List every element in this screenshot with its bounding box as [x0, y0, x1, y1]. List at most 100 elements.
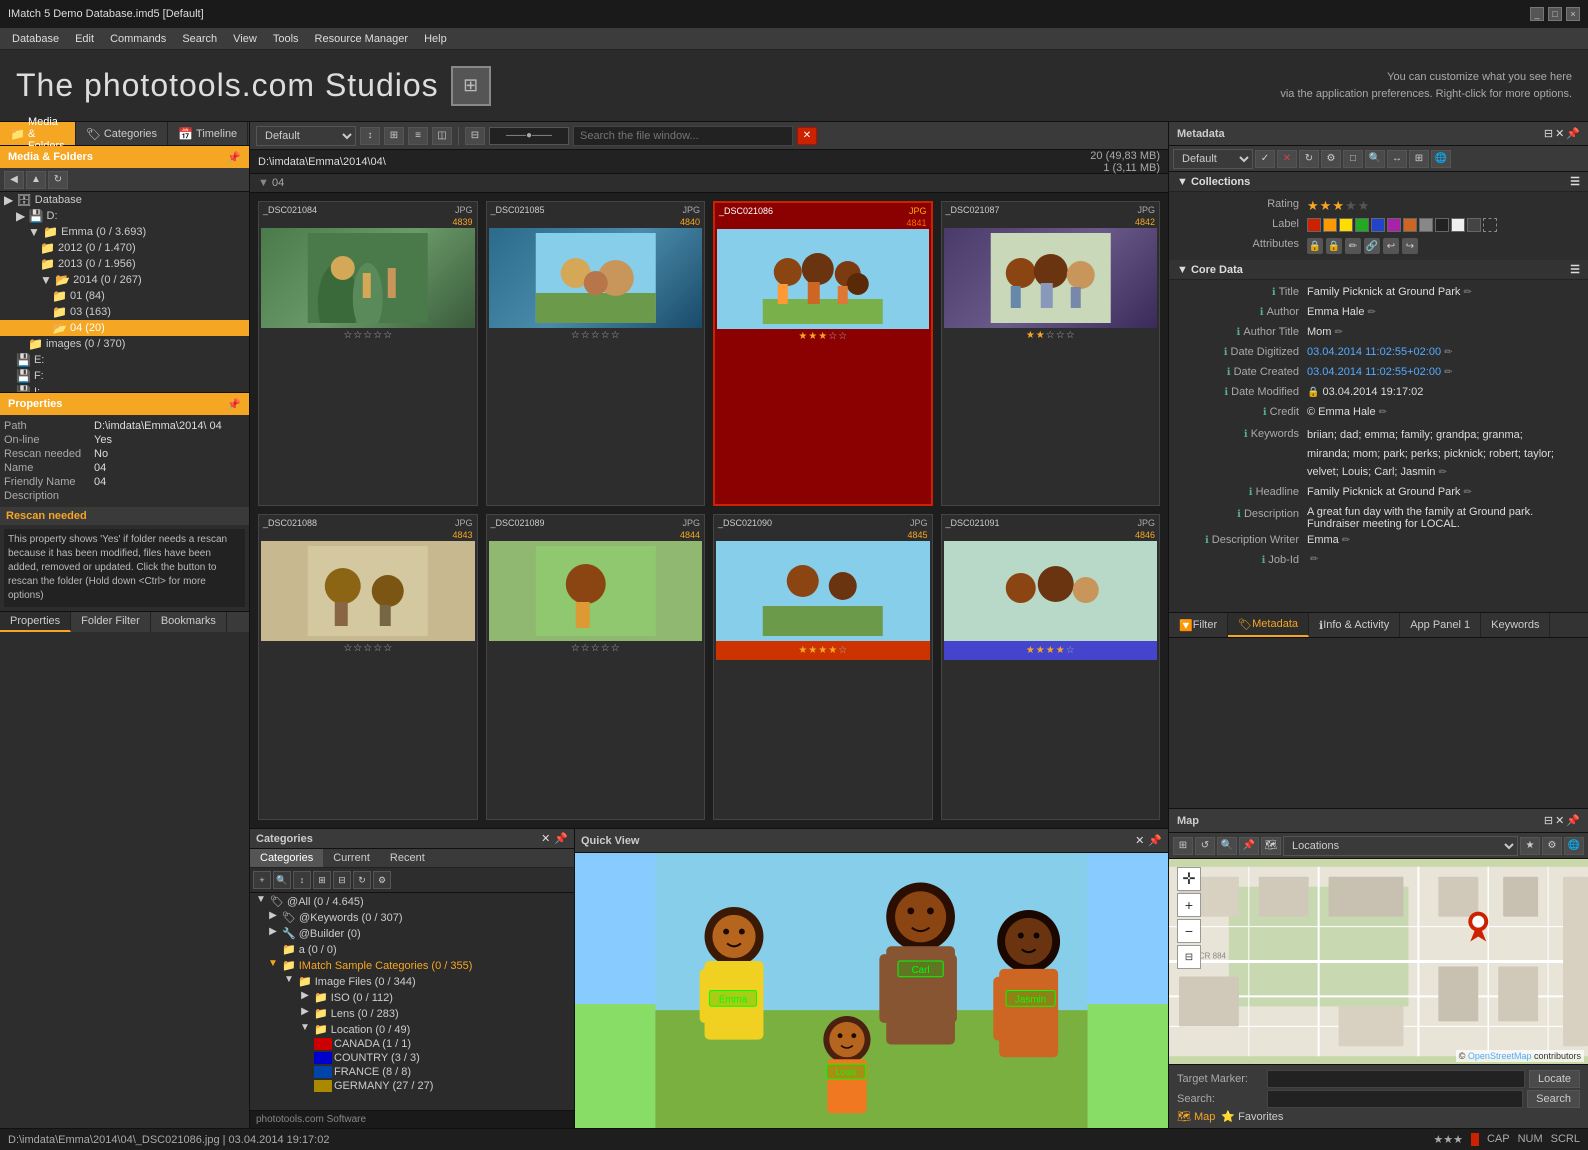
cat-filter-button[interactable]: 🔍: [273, 871, 291, 889]
date-created-edit-icon[interactable]: ✏: [1444, 367, 1452, 378]
map-tool-2[interactable]: ↺: [1195, 837, 1215, 855]
tree-item-e[interactable]: 💾 E:: [0, 352, 249, 368]
map-tool-1[interactable]: ⊞: [1173, 837, 1193, 855]
map-footer-tab-favorites[interactable]: ⭐ Favorites: [1221, 1110, 1283, 1123]
title-info-icon[interactable]: ℹ: [1272, 287, 1276, 298]
cat-item-france[interactable]: FRANCE (8 / 8): [250, 1065, 574, 1079]
label-orange[interactable]: [1323, 218, 1337, 232]
tree-item-images[interactable]: 📁 images (0 / 370): [0, 336, 249, 352]
keywords-edit-icon[interactable]: ✏: [1438, 467, 1446, 478]
meta-tab-metadata[interactable]: 🏷 Metadata: [1228, 613, 1309, 637]
credit-edit-icon[interactable]: ✏: [1379, 407, 1387, 418]
clear-search-button[interactable]: ✕: [797, 127, 817, 145]
label-white[interactable]: [1451, 218, 1465, 232]
attr-icon-1[interactable]: 🔒: [1307, 238, 1323, 254]
attr-icon-6[interactable]: ↪: [1402, 238, 1418, 254]
meta-close[interactable]: ✕: [1555, 127, 1564, 140]
props-tab-folder-filter[interactable]: Folder Filter: [71, 612, 151, 632]
cat-item-keywords[interactable]: ▶🏷 @Keywords (0 / 307): [250, 909, 574, 925]
cat-tab-current[interactable]: Current: [323, 849, 380, 867]
tab-categories[interactable]: 🏷 Categories: [76, 122, 168, 145]
tree-item-03[interactable]: 📁 03 (163): [0, 304, 249, 320]
menu-view[interactable]: View: [225, 31, 265, 47]
map-nav-button[interactable]: ✛: [1177, 867, 1201, 891]
date-modified-info-icon[interactable]: ℹ: [1224, 387, 1228, 398]
map-tool-5[interactable]: 🗺: [1261, 837, 1281, 855]
tree-item-2014[interactable]: ▼ 📂 2014 (0 / 267): [0, 272, 249, 288]
target-marker-input[interactable]: [1267, 1070, 1525, 1088]
cat-tab-categories[interactable]: Categories: [250, 849, 323, 867]
meta-tab-info[interactable]: ℹ Info & Activity: [1309, 613, 1400, 637]
thumb-dsc021086[interactable]: _DSC021086 JPG 4841: [713, 201, 933, 506]
label-none[interactable]: [1483, 218, 1497, 232]
thumb-dsc021090[interactable]: _DSC021090 JPG 4845 ★★★★☆: [713, 514, 933, 821]
date-digitized-edit-icon[interactable]: ✏: [1444, 347, 1452, 358]
map-footer-tab-map[interactable]: 🗺 Map: [1177, 1110, 1215, 1123]
attr-icon-4[interactable]: 🔗: [1364, 238, 1380, 254]
cat-item-country[interactable]: COUNTRY (3 / 3): [250, 1051, 574, 1065]
quickview-pin[interactable]: 📌: [1148, 834, 1162, 847]
thumb-dsc021089[interactable]: _DSC021089 JPG 4844 ☆☆☆☆☆: [486, 514, 706, 821]
grid-view-button[interactable]: ⊞: [384, 127, 404, 145]
cat-settings-button[interactable]: ⚙: [373, 871, 391, 889]
map-tool-8[interactable]: 🌐: [1564, 837, 1584, 855]
meta-tab-keywords[interactable]: Keywords: [1481, 613, 1550, 637]
minimize-button[interactable]: _: [1530, 7, 1544, 21]
cat-collapse-button[interactable]: ⊟: [333, 871, 351, 889]
menu-tools[interactable]: Tools: [265, 31, 307, 47]
cat-item-lens[interactable]: ▶📁 Lens (0 / 283): [250, 1005, 574, 1021]
tree-item-emma[interactable]: ▼ 📁 Emma (0 / 3.693): [0, 224, 249, 240]
cat-add-button[interactable]: +: [253, 871, 271, 889]
cat-refresh-button[interactable]: ↻: [353, 871, 371, 889]
map-expand[interactable]: ⊟: [1544, 814, 1553, 827]
map-tool-3[interactable]: 🔍: [1217, 837, 1237, 855]
menu-help[interactable]: Help: [416, 31, 455, 47]
categories-panel-close[interactable]: ✕: [541, 832, 550, 845]
tree-item-2012[interactable]: 📁 2012 (0 / 1.470): [0, 240, 249, 256]
close-button[interactable]: ×: [1566, 7, 1580, 21]
cat-item-a[interactable]: 📁 a (0 / 0): [250, 941, 574, 957]
label-dark[interactable]: [1467, 218, 1481, 232]
categories-panel-pin[interactable]: 📌: [554, 832, 568, 845]
map-zoom-out-button[interactable]: −: [1177, 919, 1201, 943]
meta-settings-button[interactable]: ⚙: [1321, 150, 1341, 168]
map-zoom-out2-button[interactable]: ⊟: [1177, 945, 1201, 969]
map-search-button[interactable]: Search: [1527, 1090, 1580, 1108]
meta-globe-button[interactable]: 🌐: [1431, 150, 1451, 168]
meta-check-button[interactable]: ✓: [1255, 150, 1275, 168]
thumb-dsc021091[interactable]: _DSC021091 JPG 4846 ★★★★☆: [941, 514, 1161, 821]
attr-icon-2[interactable]: 🔒: [1326, 238, 1342, 254]
headline-edit-icon[interactable]: ✏: [1463, 487, 1471, 498]
meta-nav-button[interactable]: ↔: [1387, 150, 1407, 168]
author-edit-icon[interactable]: ✏: [1367, 307, 1375, 318]
tree-item-01[interactable]: 📁 01 (84): [0, 288, 249, 304]
openstreetmap-link[interactable]: OpenStreetMap: [1468, 1051, 1532, 1061]
author-title-info-icon[interactable]: ℹ: [1237, 327, 1241, 338]
map-close[interactable]: ✕: [1555, 814, 1564, 827]
nav-back-button[interactable]: ◀: [4, 171, 24, 189]
tree-item-database[interactable]: ▶ 🗄 Database: [0, 192, 249, 208]
thumb-dsc021085[interactable]: _DSC021085 JPG 4840 ☆☆☆☆☆: [486, 201, 706, 506]
nav-refresh-button[interactable]: ↻: [48, 171, 68, 189]
date-created-info-icon[interactable]: ℹ: [1227, 367, 1231, 378]
tree-item-i[interactable]: 💾 I:: [0, 384, 249, 392]
cat-item-all[interactable]: ▼🏷 @All (0 / 4.645): [250, 893, 574, 909]
author-info-icon[interactable]: ℹ: [1260, 307, 1264, 318]
map-search-input[interactable]: [1267, 1090, 1523, 1108]
cat-expand-button[interactable]: ⊞: [313, 871, 331, 889]
tab-media-folders[interactable]: 📁 Media & Folders: [0, 122, 76, 145]
cat-item-iso[interactable]: ▶📁 ISO (0 / 112): [250, 989, 574, 1005]
meta-tab-app-panel[interactable]: App Panel 1: [1400, 613, 1481, 637]
tree-item-d[interactable]: ▶ 💾 D:: [0, 208, 249, 224]
filter-input[interactable]: ——●——: [489, 127, 569, 145]
map-zoom-in-button[interactable]: +: [1177, 893, 1201, 917]
meta-refresh-button[interactable]: ↻: [1299, 150, 1319, 168]
label-red[interactable]: [1307, 218, 1321, 232]
meta-search-button[interactable]: 🔍: [1365, 150, 1385, 168]
menu-edit[interactable]: Edit: [67, 31, 102, 47]
meta-pin[interactable]: 📌: [1566, 127, 1580, 140]
collections-header[interactable]: ▼ Collections ☰: [1169, 172, 1588, 192]
sort-button[interactable]: ↕: [360, 127, 380, 145]
meta-cancel-button[interactable]: ✕: [1277, 150, 1297, 168]
tab-timeline[interactable]: 📅 Timeline: [168, 122, 248, 145]
